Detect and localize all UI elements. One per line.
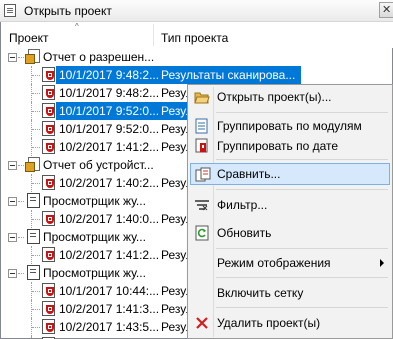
project-name: 10/1/2017 9:52:0... [59,104,160,118]
scan-icon [41,121,56,136]
menu-item-display-mode[interactable]: Режим отображения [190,252,390,274]
menu-item-label: Фильтр... [217,198,268,212]
delete-icon [194,315,210,331]
menu-item-label: Режим отображения [217,256,331,270]
viewer-icon [25,193,40,208]
scan-icon [41,103,56,118]
scan-icon [41,67,56,82]
project-name: 10/1/2017 9:52:0... [59,122,160,136]
sort-arrow-icon: ^ [75,22,79,31]
tree-connector [18,57,24,58]
group-by-module-icon [194,118,210,134]
viewer-icon [25,265,40,280]
menu-item-enable-grid[interactable]: Включить сетку [190,282,390,304]
tree-connector [18,201,24,202]
compare-icon [195,167,211,183]
menu-item-label: Сравнить... [217,167,281,181]
document-icon [4,4,16,17]
project-name: 10/2/2017 1:40:0... [59,212,160,226]
collapse-toggle-icon[interactable] [8,233,17,242]
scan-icon [41,211,56,226]
project-name: 10/2/2017 1:40:2... [59,176,160,190]
menu-item-label: Удалить проект(ы) [217,316,321,330]
report-icon [25,49,40,64]
menu-item-label: Обновить [217,226,272,240]
project-name: Просмотрщик жу... [43,266,146,280]
scan-icon [41,301,56,316]
scan-icon [41,247,56,262]
menu-item-delete[interactable]: Удалить проект(ы) [190,312,390,334]
context-menu: Открыть проект(ы)... Группировать по мод… [187,84,393,339]
menu-separator [216,112,388,113]
scan-icon [41,139,56,154]
column-header: ^ Проект Тип проекта [1,22,393,48]
menu-item-group-by-module[interactable]: Группировать по модулям [190,115,390,137]
menu-separator [216,189,388,190]
tree-connector [32,129,40,130]
tree-connector [32,291,40,292]
project-name: 10/2/2017 1:41:2... [59,140,160,154]
tree-connector [32,93,40,94]
report-icon [25,157,40,172]
refresh-icon [194,225,210,241]
menu-item-refresh[interactable]: Обновить [190,222,390,244]
tree-connector [18,273,24,274]
tree-connector [32,327,40,328]
collapse-toggle-icon[interactable] [8,269,17,278]
column-divider[interactable] [153,24,154,46]
filter-icon [194,197,210,213]
project-name: 10/2/2017 1:41:2... [59,248,160,262]
menu-item-compare[interactable]: Сравнить... [190,163,390,185]
tree-connector [32,111,40,112]
close-button[interactable]: ✕ [379,2,393,18]
tree-group-row[interactable]: Отчет о разрешен... [1,48,393,66]
menu-separator [216,277,388,278]
scan-icon [41,283,56,298]
menu-separator [216,307,388,308]
collapse-toggle-icon[interactable] [8,161,17,170]
project-name: Отчет об устройст... [43,158,154,172]
project-name: 10/1/2017 9:48:2... [59,68,160,82]
project-name: 10/1/2017 10:44:... [59,284,160,298]
window-title: Открыть проект [24,4,112,18]
menu-item-open[interactable]: Открыть проект(ы)... [190,86,390,108]
viewer-icon [25,229,40,244]
project-name: Просмотрщик жу... [43,230,146,244]
group-by-date-icon [194,138,210,154]
menu-item-label: Группировать по дате [217,139,339,153]
menu-separator [216,159,388,160]
collapse-toggle-icon[interactable] [8,197,17,206]
tree-connector [32,75,40,76]
scan-icon [41,175,56,190]
tree-connector [32,219,40,220]
project-name: Отчет о разрешен... [43,50,155,64]
menu-item-label: Включить сетку [217,286,304,300]
project-type: Результаты сканирова... [161,68,296,82]
tree-connector [18,237,24,238]
open-folder-icon [194,89,210,105]
project-name: 10/2/2017 1:41:3... [59,302,160,316]
project-name: 10/1/2017 9:48:2... [59,86,160,100]
menu-item-group-by-date[interactable]: Группировать по дате [190,135,390,157]
submenu-arrow-icon [380,259,384,267]
scan-icon [41,319,56,334]
tree-connector [32,147,40,148]
column-header-project[interactable]: Проект [9,31,49,45]
tree-connector [32,255,40,256]
tree-connector [32,183,40,184]
tree-connector [32,309,40,310]
title-bar: Открыть проект ✕ [0,0,393,22]
project-name: 10/2/2017 1:43:5... [59,320,160,334]
menu-item-filter[interactable]: Фильтр... [190,194,390,216]
menu-item-label: Группировать по модулям [217,119,362,133]
project-name: Просмотрщик жу... [43,194,146,208]
tree-connector [18,165,24,166]
menu-separator [216,248,388,249]
tree-row[interactable]: 10/1/2017 9:48:2... Результаты сканирова.… [1,66,393,84]
column-header-type[interactable]: Тип проекта [161,31,228,45]
menu-item-label: Открыть проект(ы)... [217,90,332,104]
collapse-toggle-icon[interactable] [8,53,17,62]
scan-icon [41,85,56,100]
